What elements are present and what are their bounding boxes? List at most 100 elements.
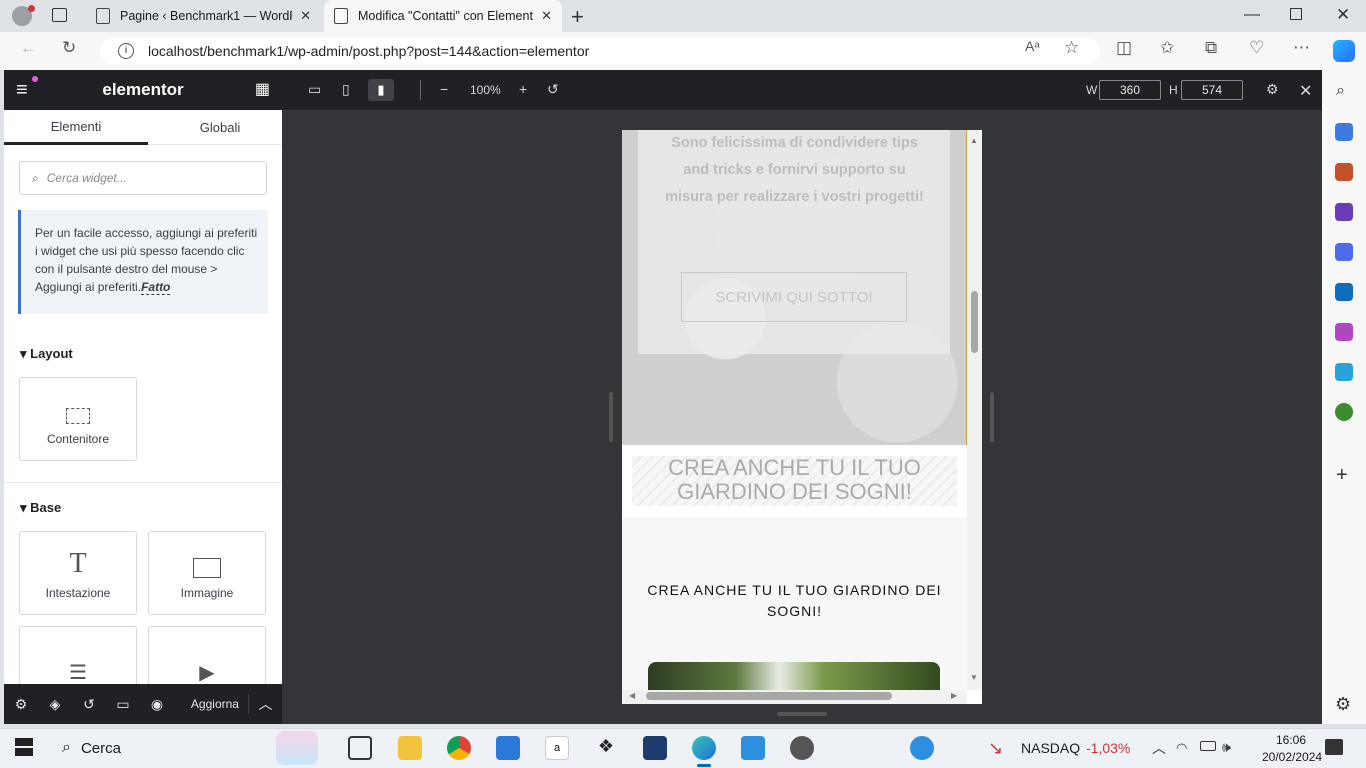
resize-handle-left[interactable] bbox=[609, 392, 613, 442]
amazon-icon[interactable]: a bbox=[545, 736, 569, 760]
mail-icon[interactable] bbox=[741, 736, 765, 760]
new-tab-button[interactable]: + bbox=[571, 4, 584, 30]
more-menu-icon[interactable]: ⋯ bbox=[1293, 38, 1310, 58]
history-icon[interactable]: ↺ bbox=[72, 696, 106, 713]
sidebar-settings-icon[interactable]: ⚙ bbox=[1335, 694, 1351, 715]
back-icon[interactable]: ← bbox=[20, 38, 37, 58]
hamburger-menu-icon[interactable]: ≡ bbox=[16, 80, 28, 100]
task-view-icon[interactable] bbox=[348, 736, 372, 760]
hero-text[interactable]: Sono felicissima di condividere tips and… bbox=[662, 130, 927, 211]
horizontal-scroll-thumb[interactable] bbox=[646, 692, 892, 700]
widgets-grid-icon[interactable]: ▦ bbox=[255, 82, 270, 98]
collections-icon[interactable]: ⧉ bbox=[1205, 38, 1217, 58]
chevron-up-icon[interactable]: ︿ bbox=[247, 694, 282, 714]
shopping-icon[interactable] bbox=[1335, 123, 1353, 141]
close-window-button[interactable]: ✕ bbox=[1336, 5, 1350, 25]
toolbar-settings-icon[interactable]: ⚙ bbox=[1266, 81, 1279, 98]
chrome-icon[interactable] bbox=[447, 736, 471, 760]
copilot-icon[interactable] bbox=[1333, 40, 1355, 62]
resize-handle-bottom[interactable] bbox=[777, 712, 827, 716]
tab-actions-icon[interactable] bbox=[52, 8, 67, 22]
network-icon[interactable]: ◠ bbox=[1176, 740, 1187, 756]
reset-zoom-icon[interactable]: ↺ bbox=[547, 81, 559, 98]
start-icon[interactable] bbox=[15, 738, 33, 756]
minimize-button[interactable]: — bbox=[1244, 6, 1260, 24]
widget-container[interactable]: Contenitore bbox=[19, 377, 137, 461]
split-screen-icon[interactable]: ◫ bbox=[1116, 38, 1132, 58]
resize-handle-right[interactable] bbox=[990, 392, 994, 442]
tab-elementor[interactable]: Modifica "Contatti" con Elementor ✕ bbox=[324, 0, 562, 32]
tree-icon[interactable] bbox=[1335, 403, 1353, 421]
help-icon[interactable] bbox=[910, 736, 934, 760]
info-icon[interactable]: i bbox=[118, 43, 134, 59]
base-section-title[interactable]: ▾ Base bbox=[20, 500, 61, 516]
stock-name[interactable]: NASDAQ bbox=[1021, 740, 1080, 756]
restore-button[interactable] bbox=[1290, 8, 1302, 20]
clock-date[interactable]: 20/02/2024 bbox=[1262, 750, 1322, 764]
widget-label: Contenitore bbox=[46, 432, 110, 446]
mobile-icon[interactable]: ▮ bbox=[368, 79, 394, 101]
width-input[interactable]: 360 bbox=[1099, 80, 1161, 100]
notifications-icon[interactable] bbox=[1325, 739, 1343, 755]
desktop-icon[interactable]: ▭ bbox=[308, 81, 321, 98]
powershell-icon[interactable] bbox=[643, 736, 667, 760]
contact-button[interactable]: SCRIVIMI QUI SOTTO! bbox=[681, 272, 907, 322]
store-icon[interactable] bbox=[496, 736, 520, 760]
responsive-toolbar bbox=[282, 70, 1322, 110]
layout-section-title[interactable]: ▾ Layout bbox=[20, 346, 73, 362]
tools-icon[interactable] bbox=[1335, 163, 1353, 181]
preview-icon[interactable]: ◉ bbox=[140, 696, 174, 713]
vertical-scroll-thumb[interactable] bbox=[971, 291, 978, 353]
performance-icon[interactable]: ♡ bbox=[1249, 38, 1264, 58]
tip-dismiss-link[interactable]: Fatto bbox=[141, 280, 171, 295]
close-tab-icon[interactable]: ✕ bbox=[541, 8, 552, 24]
telegram-icon[interactable] bbox=[1335, 363, 1353, 381]
designer-icon[interactable] bbox=[1335, 323, 1353, 341]
notification-dot bbox=[28, 5, 35, 12]
tab-globals[interactable]: Globali bbox=[148, 110, 282, 145]
add-sidebar-icon[interactable]: + bbox=[1336, 464, 1348, 487]
search-sidebar-icon[interactable]: ⌕ bbox=[1336, 82, 1345, 100]
panel-header: ≡ elementor ▦ bbox=[4, 70, 282, 110]
scroll-left-icon[interactable]: ◀ bbox=[629, 691, 635, 700]
widget-heading[interactable]: T Intestazione bbox=[19, 531, 137, 615]
scroll-down-icon[interactable]: ▼ bbox=[970, 673, 978, 682]
zoom-in-icon[interactable]: + bbox=[519, 81, 527, 97]
battery-icon[interactable] bbox=[1200, 741, 1216, 751]
scroll-up-icon[interactable]: ▲ bbox=[970, 136, 978, 145]
scroll-right-icon[interactable]: ▶ bbox=[951, 691, 957, 700]
refresh-icon[interactable]: ↻ bbox=[62, 38, 76, 58]
volume-icon[interactable]: 🕪 bbox=[1222, 739, 1231, 756]
outlook-icon[interactable] bbox=[1335, 283, 1353, 301]
games-icon[interactable] bbox=[1335, 203, 1353, 221]
tab-pages[interactable]: Pagine ‹ Benchmark1 — WordPress ✕ bbox=[86, 0, 321, 32]
responsive-icon[interactable]: ▭ bbox=[106, 696, 140, 713]
garden-heading[interactable]: CREA ANCHE TU IL TUO GIARDINO DEI SOGNI! bbox=[642, 580, 947, 622]
heading-placeholder[interactable]: CREA ANCHE TU IL TUO GIARDINO DEI SOGNI! bbox=[632, 456, 957, 506]
widget-search-input[interactable]: ⌕ Cerca widget... bbox=[19, 161, 267, 195]
navigator-icon[interactable]: ◈ bbox=[38, 696, 72, 713]
height-input[interactable]: 574 bbox=[1181, 80, 1243, 100]
url-input[interactable]: i localhost/benchmark1/wp-admin/post.php… bbox=[100, 37, 1100, 65]
microsoft365-icon[interactable] bbox=[1335, 243, 1353, 261]
vertical-scrollbar[interactable] bbox=[967, 130, 982, 690]
stock-chart-icon: ↘ bbox=[988, 738, 1004, 758]
tablet-icon[interactable]: ▯ bbox=[342, 81, 350, 98]
update-button[interactable]: Aggiorna bbox=[182, 697, 248, 711]
settings-icon[interactable]: ⚙ bbox=[4, 696, 38, 713]
tab-elements[interactable]: Elementi bbox=[4, 110, 148, 145]
edge-icon[interactable] bbox=[692, 736, 716, 760]
close-toolbar-icon[interactable]: ✕ bbox=[1299, 81, 1312, 101]
zoom-out-icon[interactable]: − bbox=[440, 81, 448, 97]
file-explorer-icon[interactable] bbox=[398, 736, 422, 760]
widget-image[interactable]: Immagine bbox=[148, 531, 266, 615]
tray-chevron-icon[interactable]: ︿ bbox=[1152, 738, 1166, 758]
github-icon[interactable] bbox=[790, 736, 814, 760]
read-aloud-icon[interactable]: Aᵃ bbox=[1025, 38, 1040, 54]
close-tab-icon[interactable]: ✕ bbox=[300, 8, 311, 24]
dropbox-icon[interactable]: ❖ bbox=[594, 736, 618, 760]
garden-photo[interactable] bbox=[648, 662, 940, 692]
favorites-icon[interactable]: ✩ bbox=[1160, 38, 1174, 58]
clock-time[interactable]: 16:06 bbox=[1276, 733, 1306, 747]
favorite-star-icon[interactable]: ☆ bbox=[1064, 38, 1079, 58]
